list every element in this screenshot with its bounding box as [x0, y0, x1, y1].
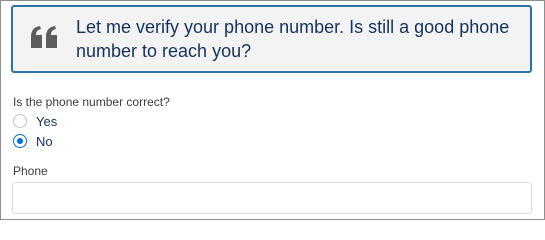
phone-input[interactable]	[12, 182, 532, 214]
script-callout: Let me verify your phone number. Is stil…	[11, 5, 532, 73]
radio-button-yes[interactable]	[13, 114, 27, 128]
radio-label-no: No	[36, 133, 53, 149]
quote-icon	[31, 26, 57, 48]
script-text: Let me verify your phone number. Is stil…	[76, 17, 510, 61]
radio-option-no[interactable]: No	[13, 132, 53, 150]
radio-button-no[interactable]	[13, 134, 27, 148]
radio-option-yes[interactable]: Yes	[13, 112, 57, 130]
question-label: Is the phone number correct?	[13, 95, 170, 109]
phone-label: Phone	[13, 164, 48, 178]
radio-label-yes: Yes	[36, 113, 58, 129]
